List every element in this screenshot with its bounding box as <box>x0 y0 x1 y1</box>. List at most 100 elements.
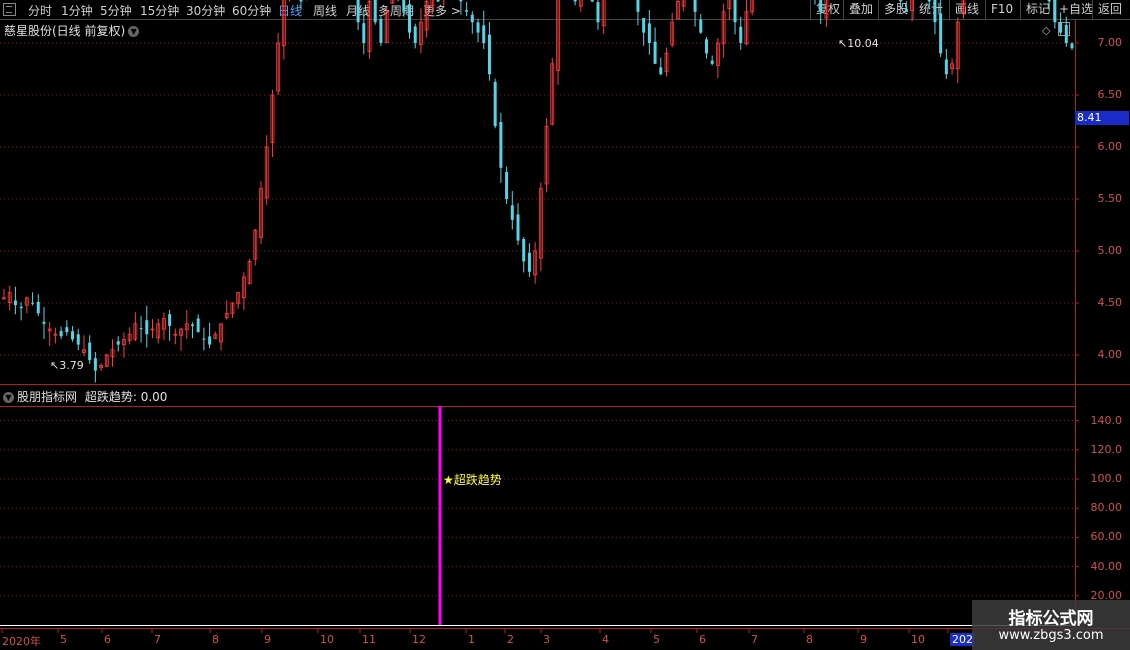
candle-body <box>653 41 657 64</box>
price-tick-label: 5.50 <box>1097 192 1123 205</box>
low-price-label: ↖3.79 <box>50 359 84 372</box>
candle-body <box>1070 43 1074 49</box>
candle-body <box>196 318 200 333</box>
candle-body <box>36 301 40 314</box>
candle-body <box>13 300 17 306</box>
x-tick-label: 7 <box>154 633 161 646</box>
candle-body <box>139 328 143 330</box>
candle-body <box>927 0 931 2</box>
candle-body <box>642 18 646 33</box>
candle-body <box>527 252 531 272</box>
candle-body <box>402 0 406 12</box>
candle-body <box>373 0 377 23</box>
x-tick-label: 7 <box>751 633 758 646</box>
candle-body <box>42 321 46 324</box>
x-tick-label: 9 <box>860 633 867 646</box>
kline-chart[interactable] <box>0 0 1130 650</box>
candle-body <box>1047 0 1051 2</box>
candle-body <box>899 0 903 2</box>
candle-body <box>647 23 651 43</box>
candle-body <box>596 2 600 23</box>
x-tick-label: 11 <box>362 633 376 646</box>
candle-body <box>510 205 514 220</box>
x-tick-label: 10 <box>911 633 925 646</box>
candle-body <box>904 9 908 12</box>
arrow-icon: ↖ <box>50 359 60 372</box>
candle-body <box>739 26 743 43</box>
x-tick-label: 9 <box>264 633 271 646</box>
candle-body <box>493 81 497 127</box>
candle-body <box>487 34 491 75</box>
candle-body <box>202 338 206 340</box>
candle-body <box>59 330 63 337</box>
current-price-tag: 8.41 <box>1075 111 1129 125</box>
price-tick-label: 7.00 <box>1097 36 1123 49</box>
candle-body <box>699 19 703 33</box>
candle-body <box>573 0 577 2</box>
candle-body <box>933 0 937 23</box>
x-tick-label: 8 <box>806 633 813 646</box>
candle-body <box>482 25 486 43</box>
candle-body <box>505 171 509 199</box>
candle-body <box>407 4 411 33</box>
candle-body <box>590 0 594 2</box>
x-tick-label: 3 <box>543 633 550 646</box>
candle-body <box>693 0 697 12</box>
indicator-tick-label: 80.00 <box>1090 501 1123 515</box>
candle-body <box>710 60 714 64</box>
x-tick-label: 5 <box>653 633 660 646</box>
indicator-tick-label: 40.00 <box>1090 559 1123 573</box>
arrow-icon: ↖ <box>838 37 848 50</box>
x-tick-label: 8 <box>212 633 219 646</box>
candle-body <box>704 39 708 54</box>
candle-body <box>733 0 737 23</box>
x-tick-label: 2 <box>507 633 514 646</box>
indicator-tick-label: 120.0 <box>1090 442 1123 456</box>
candle-body <box>659 67 663 75</box>
x-tick-label: 12 <box>412 633 426 646</box>
candle-body <box>88 342 92 361</box>
candle-body <box>65 327 69 333</box>
candle-body <box>465 10 469 12</box>
x-tick-label: 1 <box>468 633 475 646</box>
candle-body <box>819 0 823 12</box>
candle-body <box>1053 0 1057 23</box>
candle-body <box>1059 22 1063 33</box>
indicator-tick-label: 140.0 <box>1090 413 1123 427</box>
x-tick-label: 6 <box>699 633 706 646</box>
candle-body <box>944 59 948 75</box>
candle-body <box>476 22 480 33</box>
candle-body <box>1064 24 1068 43</box>
candle-body <box>459 0 463 2</box>
candle-body <box>208 336 212 345</box>
candle-body <box>436 0 440 2</box>
candle-body <box>516 214 520 241</box>
candle-body <box>31 302 35 304</box>
price-tick-label: 4.50 <box>1097 296 1123 309</box>
price-tick-label: 4.00 <box>1097 348 1123 361</box>
x-tick-label: 5 <box>60 633 67 646</box>
watermark-logo: 指标公式网 www.zbgs3.com <box>972 600 1130 650</box>
candle-body <box>470 14 474 23</box>
candle-body <box>71 331 75 340</box>
indicator-tick-label: 60.00 <box>1090 530 1123 544</box>
candle-body <box>145 320 149 335</box>
candle-body <box>93 358 97 371</box>
high-price-label: ↖10.04 <box>838 37 879 50</box>
price-tick-label: 6.50 <box>1097 88 1123 101</box>
candle-body <box>19 306 23 309</box>
x-tick-label: 2020年 <box>2 635 41 648</box>
candle-body <box>413 26 417 43</box>
candle-body <box>356 0 360 23</box>
price-tick-label: 5.00 <box>1097 244 1123 257</box>
x-tick-label: 6 <box>104 633 111 646</box>
candle-body <box>190 324 194 326</box>
candle-body <box>379 18 383 43</box>
candle-body <box>299 0 303 2</box>
price-tick-label: 6.00 <box>1097 140 1123 153</box>
candle-body <box>116 341 120 345</box>
candle-body <box>522 239 526 262</box>
x-tick-label: 4 <box>602 633 609 646</box>
x-tick-label: 10 <box>320 633 334 646</box>
candle-body <box>76 334 80 345</box>
